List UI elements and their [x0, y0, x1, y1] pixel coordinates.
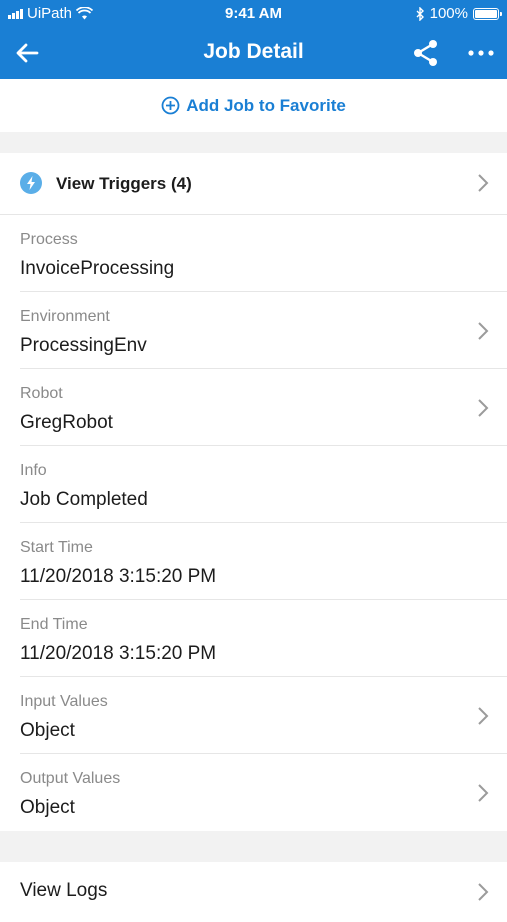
status-right: 100%	[416, 5, 502, 22]
share-button[interactable]	[410, 37, 442, 69]
environment-value: ProcessingEnv	[20, 335, 147, 356]
chevron-right-icon	[478, 784, 489, 802]
output-values-value: Object	[20, 797, 75, 818]
nav-bar: Job Detail	[0, 30, 507, 76]
chevron-right-icon	[478, 322, 489, 340]
lightning-icon	[20, 172, 42, 194]
bluetooth-icon	[416, 6, 424, 21]
more-horizontal-icon	[468, 50, 494, 56]
robot-row[interactable]: Robot GregRobot	[0, 369, 507, 446]
chevron-right-icon	[478, 399, 489, 417]
view-logs-label: View Logs	[20, 880, 108, 901]
output-values-label: Output Values	[20, 770, 121, 787]
process-row: Process InvoiceProcessing	[0, 215, 507, 292]
environment-label: Environment	[20, 308, 110, 325]
info-label: Info	[20, 462, 47, 479]
chevron-right-icon	[478, 883, 489, 901]
battery-icon	[473, 7, 502, 20]
view-triggers-row[interactable]: View Triggers (4)	[0, 153, 507, 215]
chevron-right-icon	[478, 707, 489, 725]
robot-label: Robot	[20, 385, 63, 402]
end-time-label: End Time	[20, 616, 88, 633]
share-icon	[414, 40, 437, 66]
info-row: Info Job Completed	[0, 446, 507, 523]
app-header: UiPath 9:41 AM 100% Job Detail	[0, 0, 507, 79]
plus-circle-icon	[161, 96, 180, 115]
input-values-label: Input Values	[20, 693, 108, 710]
robot-value: GregRobot	[20, 412, 113, 433]
info-value: Job Completed	[20, 489, 148, 510]
start-time-row: Start Time 11/20/2018 3:15:20 PM	[0, 523, 507, 600]
start-time-label: Start Time	[20, 539, 93, 556]
status-bar: UiPath 9:41 AM 100%	[0, 0, 507, 28]
input-values-row[interactable]: Input Values Object	[0, 677, 507, 754]
output-values-row[interactable]: Output Values Object	[0, 754, 507, 831]
input-values-value: Object	[20, 720, 75, 741]
start-time-value: 11/20/2018 3:15:20 PM	[20, 566, 217, 587]
add-favorite-label: Add Job to Favorite	[186, 95, 346, 115]
chevron-right-icon	[478, 174, 489, 192]
add-favorite-button[interactable]: Add Job to Favorite	[0, 79, 507, 132]
environment-row[interactable]: Environment ProcessingEnv	[0, 292, 507, 369]
view-logs-row[interactable]: View Logs	[0, 862, 507, 922]
more-button[interactable]	[464, 37, 498, 69]
process-label: Process	[20, 231, 78, 248]
end-time-row: End Time 11/20/2018 3:15:20 PM	[0, 600, 507, 677]
process-value: InvoiceProcessing	[20, 258, 175, 279]
view-triggers-label: View Triggers (4)	[56, 174, 192, 193]
battery-percent: 100%	[429, 5, 468, 22]
end-time-value: 11/20/2018 3:15:20 PM	[20, 643, 217, 664]
